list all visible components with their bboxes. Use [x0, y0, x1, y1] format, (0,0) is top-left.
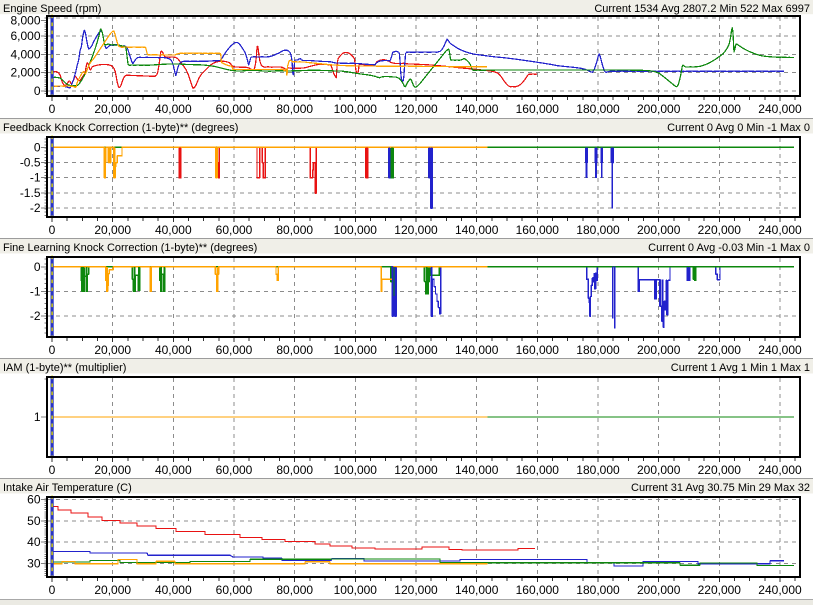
svg-text:-0.5: -0.5	[20, 156, 41, 170]
svg-text:180,000: 180,000	[576, 463, 620, 477]
svg-text:240,000: 240,000	[758, 102, 802, 116]
svg-text:8,000: 8,000	[10, 14, 40, 28]
svg-text:6,000: 6,000	[10, 29, 40, 43]
svg-text:180,000: 180,000	[576, 583, 620, 597]
svg-text:-2: -2	[30, 201, 41, 215]
svg-text:50: 50	[27, 514, 41, 528]
svg-text:220,000: 220,000	[698, 343, 742, 357]
svg-text:Fine Learning Knock Correction: Fine Learning Knock Correction (1-byte)*…	[3, 242, 257, 254]
svg-text:60,000: 60,000	[216, 223, 253, 237]
svg-text:0: 0	[34, 140, 41, 154]
svg-text:Intake Air Temperature (C): Intake Air Temperature (C)	[3, 482, 132, 494]
svg-text:160,000: 160,000	[516, 343, 560, 357]
svg-text:20,000: 20,000	[94, 102, 131, 116]
svg-text:160,000: 160,000	[516, 583, 560, 597]
svg-text:80,000: 80,000	[276, 343, 313, 357]
svg-text:0: 0	[49, 343, 56, 357]
svg-text:0: 0	[49, 583, 56, 597]
svg-text:240,000: 240,000	[758, 583, 802, 597]
svg-text:0: 0	[49, 223, 56, 237]
svg-text:160,000: 160,000	[516, 223, 560, 237]
svg-text:Current 0 Avg -0.03 Min -1 Max: Current 0 Avg -0.03 Min -1 Max 0	[648, 242, 810, 254]
svg-text:2,000: 2,000	[10, 66, 40, 80]
svg-text:40,000: 40,000	[155, 583, 192, 597]
svg-text:60,000: 60,000	[216, 463, 253, 477]
svg-text:20,000: 20,000	[94, 343, 131, 357]
svg-text:-1: -1	[30, 171, 41, 185]
svg-text:140,000: 140,000	[455, 463, 499, 477]
svg-text:60,000: 60,000	[216, 343, 253, 357]
svg-text:IAM (1-byte)** (multiplier): IAM (1-byte)** (multiplier)	[3, 362, 126, 374]
svg-text:120,000: 120,000	[394, 583, 438, 597]
svg-text:120,000: 120,000	[394, 223, 438, 237]
svg-text:200,000: 200,000	[637, 343, 681, 357]
svg-text:60,000: 60,000	[216, 583, 253, 597]
svg-text:30: 30	[27, 557, 41, 571]
svg-text:Current 31 Avg 30.75 Min 29 Ma: Current 31 Avg 30.75 Min 29 Max 32	[631, 482, 810, 494]
svg-text:100,000: 100,000	[334, 583, 378, 597]
svg-text:220,000: 220,000	[698, 102, 742, 116]
svg-text:40,000: 40,000	[155, 463, 192, 477]
svg-text:60,000: 60,000	[216, 102, 253, 116]
svg-text:100,000: 100,000	[334, 223, 378, 237]
svg-text:40: 40	[27, 535, 41, 549]
svg-text:80,000: 80,000	[276, 223, 313, 237]
svg-text:-1.5: -1.5	[20, 186, 41, 200]
svg-text:-1: -1	[30, 285, 41, 299]
svg-text:4,000: 4,000	[10, 47, 40, 61]
svg-text:1: 1	[34, 410, 41, 424]
svg-text:240,000: 240,000	[758, 223, 802, 237]
svg-text:140,000: 140,000	[455, 583, 499, 597]
svg-text:200,000: 200,000	[637, 102, 681, 116]
svg-text:200,000: 200,000	[637, 463, 681, 477]
svg-text:Current 0 Avg 0 Min -1 Max 0: Current 0 Avg 0 Min -1 Max 0	[667, 122, 810, 134]
svg-text:80,000: 80,000	[276, 102, 313, 116]
svg-text:120,000: 120,000	[394, 463, 438, 477]
svg-text:20,000: 20,000	[94, 223, 131, 237]
svg-text:140,000: 140,000	[455, 102, 499, 116]
svg-text:160,000: 160,000	[516, 463, 560, 477]
svg-text:0: 0	[34, 84, 41, 98]
svg-text:-2: -2	[30, 309, 41, 323]
svg-text:40,000: 40,000	[155, 343, 192, 357]
svg-text:140,000: 140,000	[455, 343, 499, 357]
svg-text:40,000: 40,000	[155, 102, 192, 116]
svg-text:140,000: 140,000	[455, 223, 499, 237]
svg-text:200,000: 200,000	[637, 583, 681, 597]
svg-text:Feedback Knock Correction (1-b: Feedback Knock Correction (1-byte)** (de…	[3, 122, 238, 134]
svg-text:160,000: 160,000	[516, 102, 560, 116]
svg-text:220,000: 220,000	[698, 583, 742, 597]
svg-text:180,000: 180,000	[576, 343, 620, 357]
svg-text:0: 0	[49, 463, 56, 477]
svg-text:240,000: 240,000	[758, 343, 802, 357]
svg-text:20,000: 20,000	[94, 463, 131, 477]
svg-text:0: 0	[49, 102, 56, 116]
svg-text:180,000: 180,000	[576, 102, 620, 116]
svg-text:200,000: 200,000	[637, 223, 681, 237]
svg-text:Current 1534 Avg 2807.2 Min 52: Current 1534 Avg 2807.2 Min 522 Max 6997	[594, 3, 810, 15]
svg-text:220,000: 220,000	[698, 463, 742, 477]
svg-text:220,000: 220,000	[698, 223, 742, 237]
svg-text:20,000: 20,000	[94, 583, 131, 597]
svg-text:40,000: 40,000	[155, 223, 192, 237]
svg-text:80,000: 80,000	[276, 463, 313, 477]
svg-text:100,000: 100,000	[334, 343, 378, 357]
svg-text:120,000: 120,000	[394, 343, 438, 357]
svg-text:Current 1 Avg 1 Min 1 Max 1: Current 1 Avg 1 Min 1 Max 1	[671, 362, 810, 374]
svg-text:80,000: 80,000	[276, 583, 313, 597]
svg-text:100,000: 100,000	[334, 102, 378, 116]
svg-text:60: 60	[27, 493, 41, 507]
svg-text:180,000: 180,000	[576, 223, 620, 237]
svg-text:240,000: 240,000	[758, 463, 802, 477]
svg-text:100,000: 100,000	[334, 463, 378, 477]
svg-text:120,000: 120,000	[394, 102, 438, 116]
svg-text:0: 0	[34, 260, 41, 274]
